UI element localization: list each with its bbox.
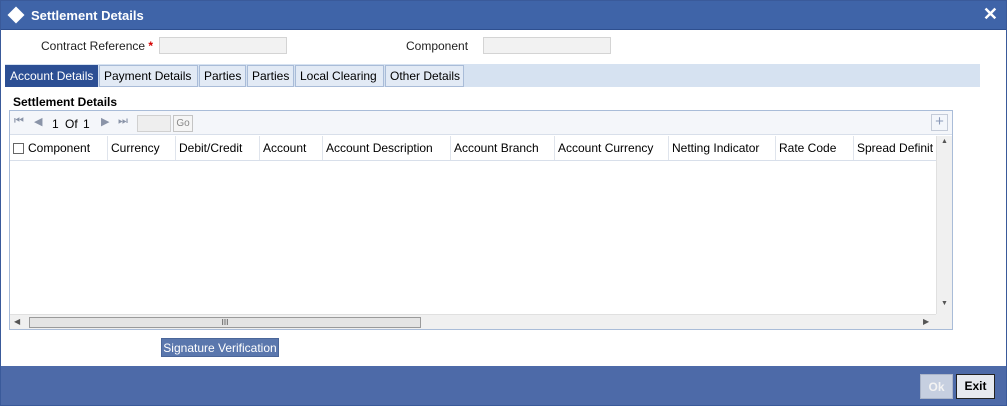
close-icon[interactable]: ✕ [983,4,998,24]
of-label: Of [65,117,78,131]
signature-verification-button[interactable]: Signature Verification [161,338,279,357]
vertical-scrollbar[interactable]: ▲ ▼ [936,136,952,314]
tab-local-clearing[interactable]: Local Clearing [295,65,384,87]
contract-reference-input[interactable] [159,37,287,54]
tab-payment-details[interactable]: Payment Details [99,65,198,87]
tab-other-details[interactable]: Other Details [385,65,464,87]
scroll-right-icon[interactable]: ▶ [923,317,929,326]
column-header[interactable]: Currency [108,136,176,160]
title-bar: Settlement Details ✕ [1,1,1006,30]
add-row-button[interactable]: + [931,114,948,131]
tab-account-details[interactable]: Account Details [5,65,98,87]
total-pages: 1 [83,117,90,131]
go-button[interactable]: Go [173,115,193,132]
settlement-grid: ⏮ ◀ 1 Of 1 ▶ ⏭ Go + Component Currency D… [9,110,953,330]
section-title: Settlement Details [13,95,118,109]
column-header[interactable]: Debit/Credit [176,136,260,160]
page-number-input[interactable] [137,115,171,132]
column-header[interactable]: Account Description [323,136,451,160]
scroll-left-icon[interactable]: ◀ [14,317,20,326]
select-all-checkbox[interactable] [13,143,24,154]
tab-parties-1[interactable]: Parties [199,65,246,87]
contract-reference-label-text: Contract Reference [41,39,146,53]
column-header[interactable]: Netting Indicator [669,136,776,160]
contract-reference-label: Contract Reference * [41,39,153,53]
footer-bar: Ok Exit [1,366,1006,405]
tab-parties-2[interactable]: Parties [247,65,294,87]
column-header[interactable]: Account Currency [555,136,669,160]
prev-page-icon[interactable]: ◀ [34,115,42,128]
first-page-icon[interactable]: ⏮ [14,115,24,128]
exit-button[interactable]: Exit [956,374,995,399]
component-input[interactable] [483,37,611,54]
scroll-up-icon[interactable]: ▲ [937,138,952,150]
required-marker: * [148,39,154,53]
column-header[interactable]: Spread Definit [854,136,936,160]
tab-strip: Account Details Payment Details Parties … [5,64,980,87]
next-page-icon[interactable]: ▶ [101,115,109,128]
horizontal-scroll-thumb[interactable]: III [29,317,421,328]
current-page: 1 [52,117,59,131]
column-header[interactable]: Account Branch [451,136,555,160]
settlement-details-window: Settlement Details ✕ Contract Reference … [0,0,1007,406]
column-header[interactable]: Rate Code [776,136,854,160]
component-label: Component [406,39,469,53]
scroll-down-icon[interactable]: ▼ [937,300,952,312]
diamond-icon [7,6,25,24]
column-header[interactable]: Component [25,136,108,160]
scrollbar-corner [936,314,952,329]
column-header[interactable]: Account [260,136,323,160]
grid-header-row: Component Currency Debit/Credit Account … [10,136,936,161]
last-page-icon[interactable]: ⏭ [118,115,128,128]
pager-bar: ⏮ ◀ 1 Of 1 ▶ ⏭ Go + [10,111,952,135]
window-title: Settlement Details [31,8,144,23]
ok-button[interactable]: Ok [920,374,953,399]
horizontal-scrollbar[interactable]: ◀ III ▶ [10,314,936,329]
